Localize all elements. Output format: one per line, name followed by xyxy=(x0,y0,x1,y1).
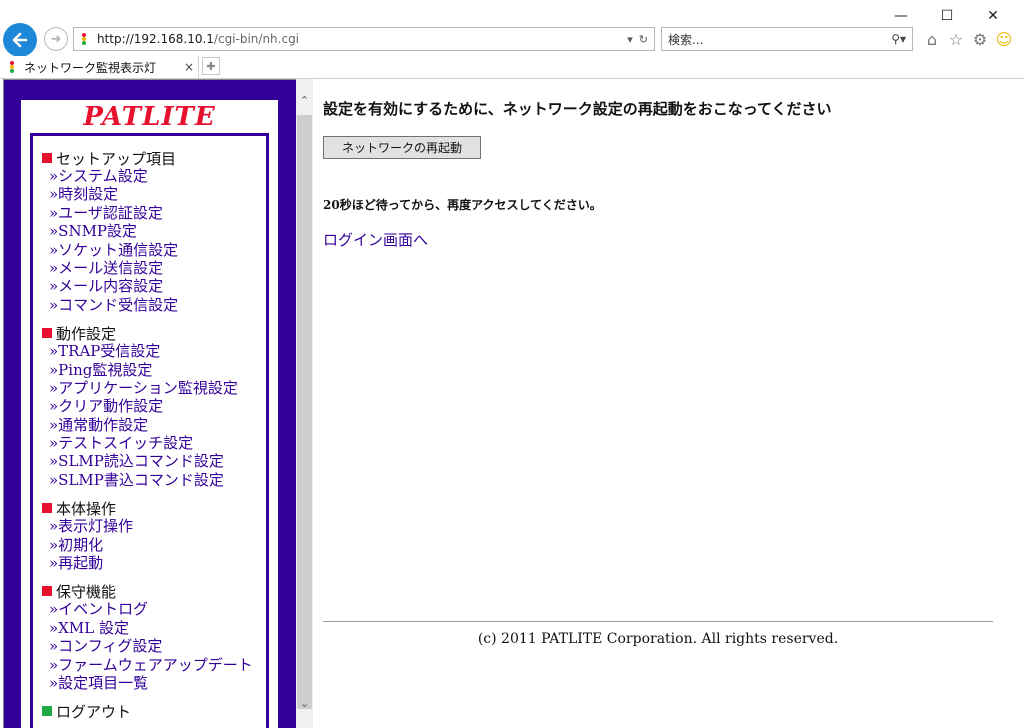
menu-item[interactable]: »SLMP読込コマンド設定 xyxy=(42,452,253,470)
section-bullet-icon xyxy=(42,328,52,339)
menu-item[interactable]: »ユーザ認証設定 xyxy=(42,204,253,222)
menu-item[interactable]: »SNMP設定 xyxy=(42,222,253,240)
menu-item[interactable]: »コンフィグ設定 xyxy=(42,637,253,655)
menu-item[interactable]: »時刻設定 xyxy=(42,185,253,203)
tab-close-icon[interactable]: × xyxy=(180,60,198,74)
menu-section-header: 本体操作 xyxy=(42,499,253,518)
menu-section-header: セットアップ項目 xyxy=(42,149,253,168)
menu-item[interactable]: »SLMP書込コマンド設定 xyxy=(42,471,253,489)
section-bullet-icon xyxy=(42,153,52,163)
menu-item[interactable]: »表示灯操作 xyxy=(42,517,253,535)
menu-item[interactable]: »XML 設定 xyxy=(42,619,253,637)
browser-icons: ⌂ ☆ ⚙ ☺ xyxy=(922,28,1014,50)
menu-section: 保守機能 »イベントログ »XML 設定 »コンフィグ設定 »ファームウェアアップデート… xyxy=(42,582,253,692)
back-arrow-icon xyxy=(12,32,28,48)
menu-item[interactable]: »ファームウェアアップデート xyxy=(42,656,253,674)
menu-item[interactable]: »設定項目一覧 xyxy=(42,674,253,692)
menu-section-header: 動作設定 xyxy=(42,324,253,343)
menu-section-title: 保守機能 xyxy=(56,582,117,601)
scroll-down-icon[interactable]: ⌄ xyxy=(296,694,313,712)
main-content: 設定を有効にするために、ネットワーク設定の再起動をおこなってください ネットワー… xyxy=(313,79,1024,728)
tab-title: ネットワーク監視表示灯 xyxy=(24,60,157,75)
address-bar[interactable]: http://192.168.10.1/cgi-bin/nh.cgi ▾ ↻ xyxy=(73,27,655,51)
menu-box: セットアップ項目 »システム設定 »時刻設定 »ユーザ認証設定 »SNMP設定 »ソケット… xyxy=(30,133,269,728)
menu-item[interactable]: »メール内容設定 xyxy=(42,277,253,295)
menu-item[interactable]: »Ping監視設定 xyxy=(42,361,253,379)
menu-section-title: セットアップ項目 xyxy=(56,149,177,168)
menu-section: セットアップ項目 »システム設定 »時刻設定 »ユーザ認証設定 »SNMP設定 »ソケット… xyxy=(42,149,253,314)
search-icon[interactable]: ⚲▾ xyxy=(891,32,906,46)
menu-item[interactable]: »通常動作設定 xyxy=(42,416,253,434)
menu-section-header: 保守機能 xyxy=(42,582,253,601)
menu-section-title: 動作設定 xyxy=(56,324,117,343)
section-bullet-icon xyxy=(42,706,52,717)
menu-item[interactable]: »再起動 xyxy=(42,554,253,572)
menu-section: 動作設定 »TRAP受信設定 »Ping監視設定 »アプリケーション監視設定 »クリア動… xyxy=(42,324,253,489)
forward-button[interactable]: ➜ xyxy=(44,27,68,51)
back-button[interactable] xyxy=(3,23,37,57)
address-url[interactable]: http://192.168.10.1/cgi-bin/nh.cgi xyxy=(97,32,627,46)
forward-arrow-icon: ➜ xyxy=(50,31,62,47)
menu-item[interactable]: »システム設定 xyxy=(42,167,253,185)
search-input[interactable]: 検索... xyxy=(668,31,891,48)
tab-favicon-icon xyxy=(8,61,18,73)
tab-bar: ネットワーク監視表示灯 × ✚ xyxy=(0,56,1024,79)
scroll-up-icon[interactable]: ⌃ xyxy=(296,91,313,109)
search-box[interactable]: 検索... ⚲▾ xyxy=(661,27,913,51)
browser-toolbar: ➜ http://192.168.10.1/cgi-bin/nh.cgi ▾ ↻… xyxy=(0,22,1024,58)
menu-item[interactable]: »ソケット通信設定 xyxy=(42,241,253,259)
menu-section-title: ログアウト xyxy=(56,702,132,721)
section-bullet-icon xyxy=(42,503,52,514)
sidebar-panel: PATLITE セットアップ項目 »システム設定 »時刻設定 »ユーザ認証設定 »SNM… xyxy=(21,100,278,728)
menu-item[interactable]: »初期化 xyxy=(42,536,253,554)
menu-item[interactable]: »メール送信設定 xyxy=(42,259,253,277)
address-dropdown-icon[interactable]: ▾ xyxy=(627,33,633,46)
login-link[interactable]: ログイン画面へ xyxy=(323,229,428,250)
refresh-icon[interactable]: ↻ xyxy=(639,33,648,46)
menu-section-title: 本体操作 xyxy=(56,499,117,518)
sidebar-menu: セットアップ項目 »システム設定 »時刻設定 »ユーザ認証設定 »SNMP設定 »ソケット… xyxy=(42,149,253,728)
home-icon[interactable]: ⌂ xyxy=(922,28,942,50)
copyright-text: (c) 2011 PATLITE Corporation. All rights… xyxy=(477,631,839,647)
patlite-logo: PATLITE xyxy=(83,102,216,132)
settings-gear-icon[interactable]: ⚙ xyxy=(970,28,990,50)
scrollbar-thumb[interactable] xyxy=(297,115,312,709)
section-bullet-icon xyxy=(42,586,52,597)
network-restart-button[interactable]: ネットワークの再起動 xyxy=(323,136,481,159)
footer-divider xyxy=(323,621,993,622)
menu-section: ログアウト xyxy=(42,702,253,721)
feedback-smiley-icon[interactable]: ☺ xyxy=(994,28,1014,50)
sidebar-frame: PATLITE セットアップ項目 »システム設定 »時刻設定 »ユーザ認証設定 »SNM… xyxy=(3,79,296,728)
menu-item[interactable]: »クリア動作設定 xyxy=(42,397,253,415)
page-favicon-icon xyxy=(79,32,91,46)
menu-section-header[interactable]: ログアウト xyxy=(42,702,253,721)
tab-active[interactable]: ネットワーク監視表示灯 × xyxy=(0,56,199,78)
favorites-star-icon[interactable]: ☆ xyxy=(946,28,966,50)
menu-item[interactable]: »イベントログ xyxy=(42,600,253,618)
sidebar-scrollbar[interactable]: ⌃ ⌄ xyxy=(296,79,313,728)
restart-message: 設定を有効にするために、ネットワーク設定の再起動をおこなってください xyxy=(323,100,832,118)
menu-item[interactable]: »アプリケーション監視設定 xyxy=(42,379,253,397)
menu-item[interactable]: »TRAP受信設定 xyxy=(42,342,253,360)
menu-item[interactable]: »テストスイッチ設定 xyxy=(42,434,253,452)
wait-notice: 20秒ほど待ってから、再度アクセスしてください。 xyxy=(323,198,602,212)
new-tab-icon[interactable]: ✚ xyxy=(202,57,220,75)
menu-section: 本体操作 »表示灯操作 »初期化 »再起動 xyxy=(42,499,253,572)
menu-item[interactable]: »コマンド受信設定 xyxy=(42,296,253,314)
